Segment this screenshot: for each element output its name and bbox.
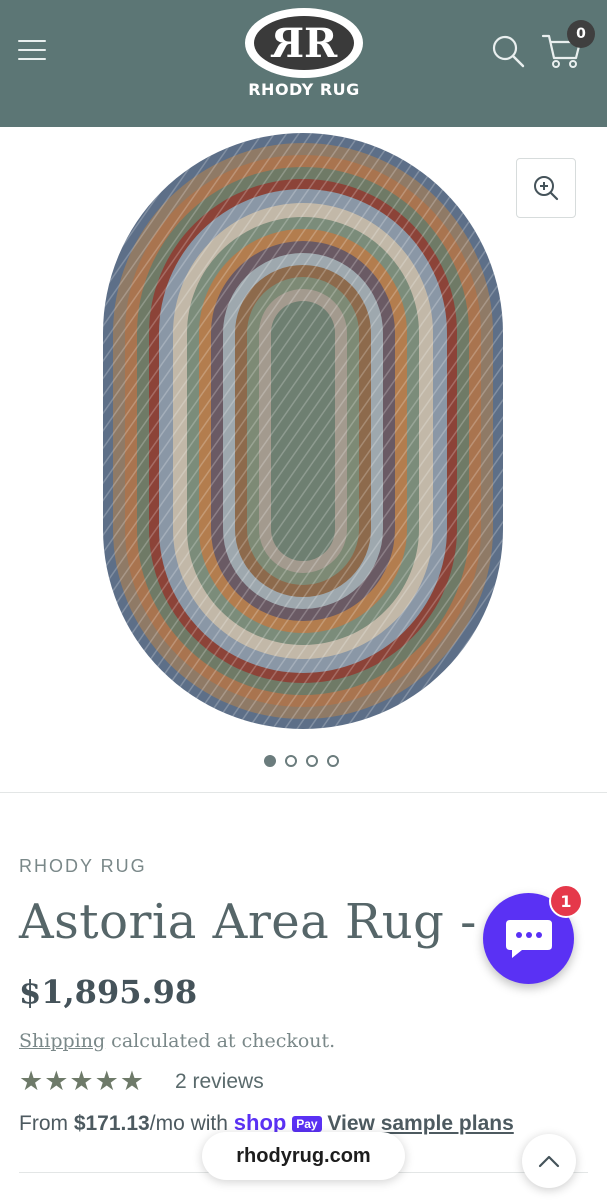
zoom-in-icon [534,176,559,201]
reviews-link[interactable]: 2 reviews [175,1070,264,1094]
zoom-in-button[interactable] [516,158,576,218]
gallery-dot-4[interactable] [327,755,339,767]
browser-url-bar[interactable]: rhodyrug.com [202,1132,405,1180]
site-header: RR RHODY RUG 0 [0,0,607,127]
product-gallery [0,127,607,792]
hamburger-menu-icon[interactable] [18,38,48,62]
chat-notification-badge: 1 [549,884,583,918]
product-image-rug[interactable] [103,133,503,729]
rating-stars[interactable]: ★★★★★ [19,1066,145,1097]
product-price: $1,895.98 [19,973,198,1011]
shipping-link[interactable]: Shipping [19,1030,105,1052]
chat-icon [505,919,552,958]
cart-count-badge: 0 [567,20,595,48]
shop-pay-badge: Pay [292,1116,322,1132]
gallery-dot-3[interactable] [306,755,318,767]
section-divider [0,792,607,793]
logo-emblem: RR [245,8,363,78]
shipping-text: calculated at checkout. [105,1030,336,1052]
product-vendor: RHODY RUG [19,856,147,876]
installments-prefix: From [19,1112,74,1135]
chevron-up-icon [538,1155,560,1168]
scroll-to-top-button[interactable] [522,1134,576,1188]
logo-text: RHODY RUG [248,80,360,99]
search-icon[interactable] [490,33,526,69]
gallery-dot-2[interactable] [285,755,297,767]
site-logo[interactable]: RR RHODY RUG [241,6,367,100]
shipping-note: Shipping calculated at checkout. [19,1030,335,1052]
gallery-pagination [264,755,339,769]
installments-amount: $171.13 [73,1112,150,1135]
gallery-dot-1[interactable] [264,755,276,767]
